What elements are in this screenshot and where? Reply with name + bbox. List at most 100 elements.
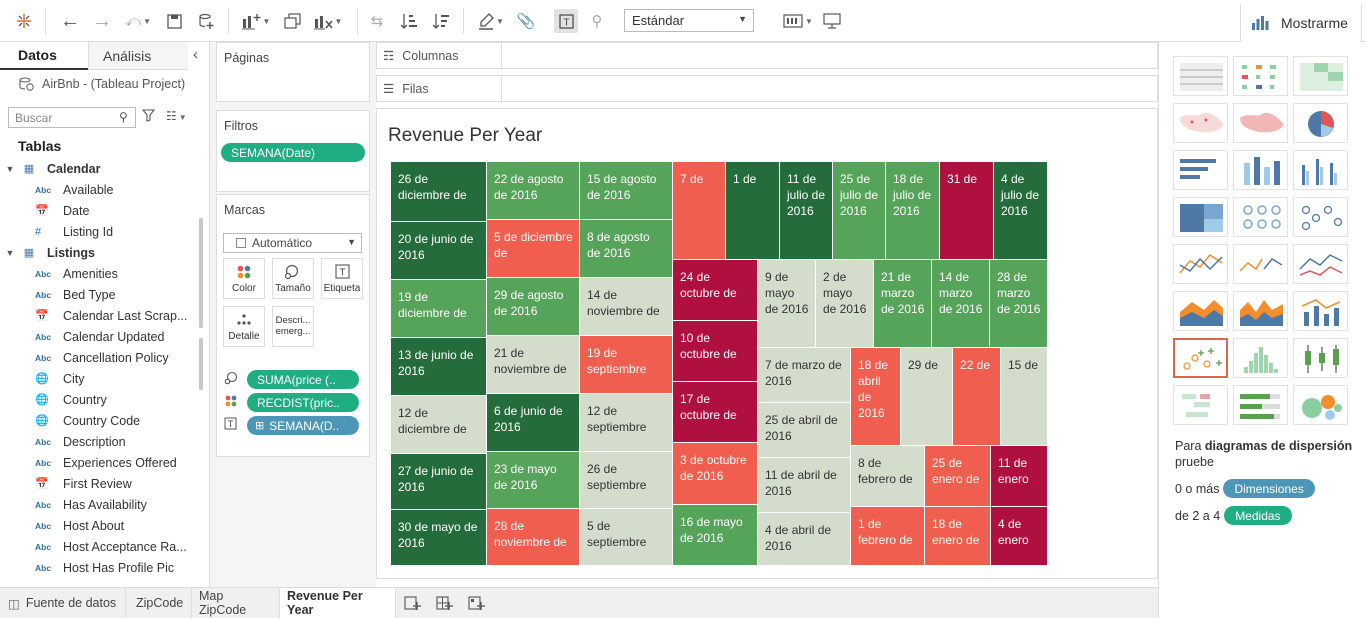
search-icon[interactable]: ⚲ [119, 110, 128, 124]
treemap-tile[interactable]: 19 de septiembre [580, 336, 673, 394]
rows-shelf[interactable]: ☰ Filas [376, 75, 1158, 103]
treemap-tile[interactable]: 7 de marzo de 2016 [758, 348, 851, 403]
treemap-tile[interactable]: 2 de mayo de 2016 [816, 260, 874, 348]
label-mark-pill[interactable]: ⊞ SEMANA(D.. [247, 416, 359, 435]
histogram-icon[interactable] [1233, 338, 1288, 378]
symbol-map-icon[interactable] [1173, 103, 1228, 143]
filter-icon[interactable] [141, 109, 156, 125]
treemap-tile[interactable]: 31 de [940, 162, 994, 260]
discrete-lines-icon[interactable] [1233, 244, 1288, 284]
treemap-tile[interactable]: 25 de julio de 2016 [833, 162, 886, 260]
packed-bubbles-icon[interactable] [1293, 385, 1348, 425]
field-item[interactable]: 🌐 City [0, 368, 195, 389]
treemap-tile[interactable]: 15 de [1001, 348, 1048, 446]
treemap-tile[interactable]: 1 de febrero de [851, 507, 925, 566]
field-item[interactable]: Abc Experiences Offered [0, 452, 195, 473]
field-item[interactable]: Abc Host Has Profile Pic [0, 557, 195, 578]
field-item[interactable]: Abc Description [0, 431, 195, 452]
treemap-tile[interactable]: 22 de [953, 348, 1001, 446]
sort-descending-icon[interactable] [430, 9, 452, 33]
box-whisker-icon[interactable] [1293, 338, 1348, 378]
presentation-mode-icon[interactable] [821, 9, 843, 33]
mark-type-select[interactable]: Automático ▼ [223, 233, 362, 253]
treemap-tile[interactable]: 7 de [673, 162, 726, 260]
treemap-tile[interactable]: 8 de agosto de 2016 [580, 220, 673, 278]
treemap-tile[interactable]: 5 de diciembre de [487, 220, 580, 278]
dual-lines-icon[interactable] [1293, 244, 1348, 284]
treemap-tile[interactable]: 21 de noviembre de [487, 336, 580, 394]
treemap-tile[interactable]: 28 de marzo de 2016 [990, 260, 1048, 348]
new-datasource-icon[interactable] [195, 9, 217, 33]
treemap-tile[interactable]: 19 de diciembre de [391, 280, 487, 338]
field-item[interactable]: Abc Amenities [0, 263, 195, 284]
clear-sheet-icon[interactable]: ▼ [310, 9, 346, 33]
redo-icon[interactable]: → [90, 9, 114, 33]
columns-shelf[interactable]: ☶ Columnas [376, 42, 1158, 70]
treemap-tile[interactable]: 20 de junio de 2016 [391, 222, 487, 280]
scrollbar-thumb[interactable] [199, 218, 203, 328]
continuous-lines-icon[interactable] [1173, 244, 1228, 284]
treemap-tile[interactable]: 11 de julio de 2016 [780, 162, 833, 260]
treemap-tile[interactable]: 22 de agosto de 2016 [487, 162, 580, 220]
pages-card[interactable]: Páginas [216, 42, 370, 102]
treemap-tile[interactable]: 16 de mayo de 2016 [673, 505, 758, 566]
treemap-tile[interactable]: 9 de mayo de 2016 [758, 260, 816, 348]
datasource-item[interactable]: AirBnb - (Tableau Project) [18, 74, 185, 94]
field-item[interactable]: 📅 First Review [0, 473, 195, 494]
treemap-tile[interactable]: 5 de septiembre [580, 509, 673, 566]
filled-map-icon[interactable] [1233, 103, 1288, 143]
tab-map-zipcode[interactable]: Map ZipCode [192, 588, 280, 618]
treemap-tile[interactable]: 12 de septiembre [580, 394, 673, 452]
undo-icon[interactable]: ← [58, 9, 82, 33]
treemap-tile[interactable]: 17 de octubre de [673, 382, 758, 443]
detail-button[interactable]: Detalle [223, 306, 265, 347]
fit-mode-select[interactable]: Estándar ▼ [624, 9, 754, 32]
treemap-tile[interactable]: 27 de junio de 2016 [391, 454, 487, 510]
field-item[interactable]: 📅 Date [0, 200, 195, 221]
area-discrete-icon[interactable] [1233, 291, 1288, 331]
filters-card[interactable]: Filtros SEMANA(Date) [216, 110, 370, 192]
horizontal-bars-icon[interactable] [1173, 150, 1228, 190]
tab-revenue-per-year[interactable]: Revenue Per Year [280, 588, 396, 618]
scrollbar-thumb-secondary[interactable] [199, 338, 203, 390]
treemap-tile[interactable]: 25 de abril de 2016 [758, 403, 851, 458]
text-table-icon[interactable] [1173, 56, 1228, 96]
field-item[interactable]: Abc Host Acceptance Ra... [0, 536, 195, 557]
field-item[interactable]: Abc Host About [0, 515, 195, 536]
size-mark-pill[interactable]: SUMA(price (.. [247, 370, 359, 389]
chevron-down-icon[interactable]: ▼ [0, 164, 20, 174]
new-worksheet-tab-icon[interactable] [396, 588, 428, 618]
treemap-tile[interactable]: 4 de abril de 2016 [758, 513, 851, 566]
tab-data-source[interactable]: ◫ Fuente de datos [0, 588, 126, 618]
treemap-tile[interactable]: 11 de enero [991, 446, 1048, 507]
field-item[interactable]: Abc Cancellation Policy [0, 347, 195, 368]
treemap-tile[interactable]: 18 de enero de [925, 507, 991, 566]
highlight-icon[interactable]: ▼ [473, 9, 509, 33]
field-item[interactable]: 📅 Calendar Last Scrap... [0, 305, 195, 326]
field-item[interactable]: Abc Bed Type [0, 284, 195, 305]
treemap-icon[interactable] [1173, 197, 1228, 237]
treemap-tile[interactable]: 3 de octubre de 2016 [673, 443, 758, 505]
treemap-tile[interactable]: 4 de julio de 2016 [994, 162, 1048, 260]
show-mark-labels-icon[interactable]: T [554, 9, 578, 33]
search-input[interactable]: Buscar [8, 107, 136, 128]
filter-pill[interactable]: SEMANA(Date) [221, 143, 365, 162]
treemap-tile[interactable]: 18 de julio de 2016 [886, 162, 940, 260]
fix-axes-icon[interactable]: ⚲ [586, 9, 608, 33]
tab-data[interactable]: Datos [0, 42, 88, 70]
treemap-tile[interactable]: 26 de diciembre de [391, 162, 487, 222]
treemap-tile[interactable]: 4 de enero [991, 507, 1048, 566]
side-by-side-bars-icon[interactable] [1293, 150, 1348, 190]
highlight-table-icon[interactable] [1293, 56, 1348, 96]
color-mark-pill[interactable]: RECDIST(pric.. [247, 393, 359, 412]
replay-icon[interactable]: ⤺ ▼ [121, 9, 155, 33]
treemap-tile[interactable]: 13 de junio de 2016 [391, 338, 487, 396]
treemap-tile[interactable]: 18 de abril de 2016 [851, 348, 901, 446]
tab-zipcode[interactable]: ZipCode [126, 588, 192, 618]
treemap-tile[interactable]: 11 de abril de 2016 [758, 458, 851, 513]
collapse-pane-icon[interactable]: ‹ [193, 46, 198, 63]
treemap-tile[interactable]: 21 de marzo de 2016 [874, 260, 932, 348]
label-button[interactable]: T Etiqueta [321, 258, 363, 299]
gantt-chart-icon[interactable] [1173, 385, 1228, 425]
show-cards-icon[interactable]: ▼ [780, 9, 816, 33]
